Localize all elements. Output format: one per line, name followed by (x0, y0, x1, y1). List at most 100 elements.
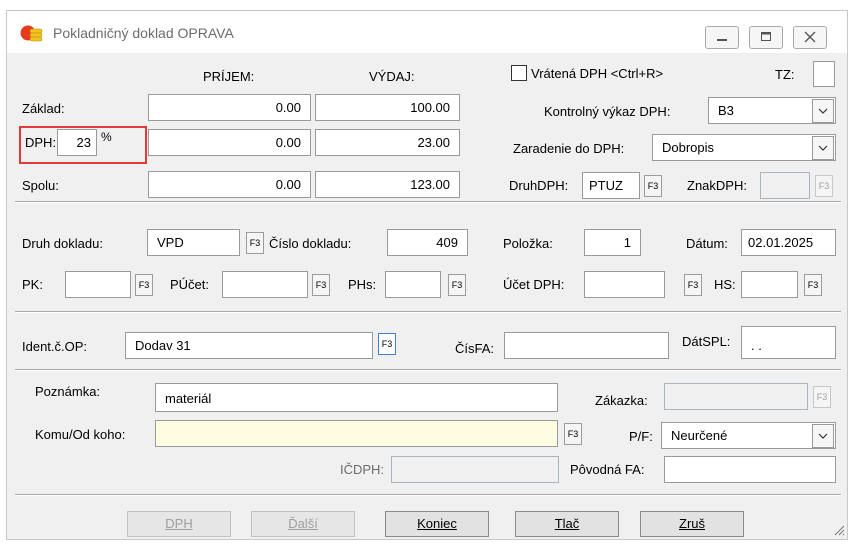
pucet-label: PÚčet: (170, 277, 210, 292)
window-title: Pokladničný doklad OPRAVA (53, 25, 234, 41)
druh-dph-f3-button[interactable]: F3 (644, 175, 662, 197)
pk-label: PK: (22, 277, 43, 292)
dph-prijem-field[interactable]: 0.00 (148, 129, 311, 156)
phs-label: PHs: (348, 277, 377, 292)
polozka-label: Položka: (503, 236, 553, 251)
tz-label: TZ: (775, 67, 795, 82)
pucet-field[interactable] (222, 271, 308, 298)
povodna-fa-field[interactable] (664, 456, 836, 483)
druh-dokladu-label: Druh dokladu: (22, 236, 103, 251)
ident-op-field[interactable]: Dodav 31 (125, 332, 373, 359)
dalsi-button: Ďalší (251, 511, 355, 537)
hs-f3-button[interactable]: F3 (804, 274, 822, 296)
maximize-button[interactable] (749, 26, 783, 49)
druh-dokladu-field[interactable]: VPD (147, 229, 240, 256)
minimize-icon (717, 39, 727, 41)
zakazka-f3-button: F3 (813, 386, 831, 408)
spolu-vydaj-field[interactable]: 123.00 (315, 171, 460, 198)
phs-f3-button[interactable]: F3 (448, 274, 466, 296)
cislo-dokladu-label: Číslo dokladu: (269, 236, 352, 251)
zaradenie-value: Dobropis (662, 140, 715, 155)
datum-label: Dátum: (686, 236, 728, 251)
dph-button-label: DPH (165, 516, 193, 531)
zakazka-field (664, 383, 808, 410)
cislo-dokladu-field[interactable]: 409 (387, 229, 468, 256)
close-button[interactable] (793, 26, 827, 49)
cash-voucher-window: Pokladničný doklad OPRAVA PRÍJEM: VÝDAJ:… (6, 10, 848, 540)
hs-label: HS: (714, 277, 736, 292)
dph-rate-field[interactable]: 23 (57, 129, 97, 156)
dph-vydaj-field[interactable]: 23.00 (315, 129, 460, 156)
datspl-field[interactable]: . . (741, 326, 836, 359)
pf-dropdown[interactable] (812, 424, 834, 448)
ucet-dph-field[interactable] (584, 271, 665, 298)
chevron-down-icon (818, 433, 828, 439)
hs-field[interactable] (741, 271, 798, 298)
zaradenie-select[interactable]: Dobropis (652, 134, 836, 161)
title-bar: Pokladničný doklad OPRAVA (7, 11, 847, 53)
chevron-down-icon (818, 108, 828, 114)
koniec-button-label: Koniec (417, 516, 457, 531)
ident-op-label: Ident.č.OP: (22, 339, 88, 354)
cisfa-label: ČísFA: (455, 341, 495, 356)
vratena-dph-checkbox[interactable] (511, 65, 527, 81)
separator (15, 369, 841, 371)
icdph-field (391, 456, 559, 483)
tz-field[interactable] (813, 61, 835, 87)
pk-f3-button[interactable]: F3 (135, 274, 153, 296)
zaklad-vydaj-field[interactable]: 100.00 (315, 94, 460, 121)
dph-label: DPH: (25, 135, 57, 150)
kontrolny-vykaz-dropdown[interactable] (812, 99, 834, 123)
polozka-field[interactable]: 1 (584, 229, 641, 256)
komu-od-koho-f3-button[interactable]: F3 (564, 423, 582, 445)
phs-field[interactable] (385, 271, 441, 298)
dalsi-button-label: Ďalší (288, 516, 318, 531)
icdph-label: IČDPH: (340, 462, 385, 477)
pk-field[interactable] (65, 271, 131, 298)
chevron-down-icon (818, 145, 828, 151)
komu-od-koho-label: Komu/Od koho: (35, 427, 126, 442)
zaklad-label: Základ: (22, 101, 65, 116)
pf-label: P/F: (629, 429, 653, 444)
spolu-prijem-field[interactable]: 0.00 (148, 171, 311, 198)
close-icon (804, 31, 816, 43)
zrus-button[interactable]: Zruš (640, 511, 744, 537)
zakazka-label: Zákazka: (595, 393, 648, 408)
ucet-dph-label: Účet DPH: (503, 277, 565, 292)
znak-dph-f3-button: F3 (815, 175, 833, 197)
komu-od-koho-field[interactable] (155, 420, 558, 447)
kontrolny-vykaz-label: Kontrolný výkaz DPH: (544, 104, 671, 119)
cisfa-field[interactable] (504, 332, 669, 359)
separator (15, 494, 841, 496)
percent-sign: % (101, 130, 112, 144)
pf-select[interactable]: Neurčené (661, 422, 836, 449)
poznamka-field[interactable]: materiál (155, 383, 558, 412)
zaradenie-dropdown[interactable] (812, 136, 834, 160)
minimize-button[interactable] (705, 26, 739, 49)
druh-dokladu-f3-button[interactable]: F3 (246, 232, 264, 254)
separator (15, 201, 841, 203)
dph-button: DPH (127, 511, 231, 537)
ucet-dph-f3-button[interactable]: F3 (684, 274, 702, 296)
ident-op-f3-button[interactable]: F3 (378, 333, 396, 355)
povodna-fa-label: Pôvodná FA: (570, 462, 645, 477)
resize-grip-icon[interactable] (833, 523, 845, 537)
zaradenie-label: Zaradenie do DPH: (513, 141, 625, 156)
znak-dph-field (760, 172, 810, 199)
tlac-button[interactable]: Tlač (515, 511, 619, 537)
zaklad-prijem-field[interactable]: 0.00 (148, 94, 311, 121)
vratena-dph-label: Vrátená DPH <Ctrl+R> (531, 66, 664, 81)
app-logo-icon (20, 25, 43, 42)
separator (15, 311, 841, 313)
prijem-column-header: PRÍJEM: (203, 69, 255, 84)
druh-dph-field[interactable]: PTUZ (582, 172, 640, 199)
druh-dph-label: DruhDPH: (509, 178, 569, 193)
pucet-f3-button[interactable]: F3 (312, 274, 330, 296)
pf-value: Neurčené (671, 428, 728, 443)
datum-field[interactable]: 02.01.2025 (741, 229, 836, 256)
koniec-button[interactable]: Koniec (385, 511, 489, 537)
zrus-button-label: Zruš (679, 516, 705, 531)
maximize-icon (761, 32, 771, 41)
poznamka-label: Poznámka: (35, 384, 101, 399)
datspl-label: DátSPL: (682, 334, 731, 349)
